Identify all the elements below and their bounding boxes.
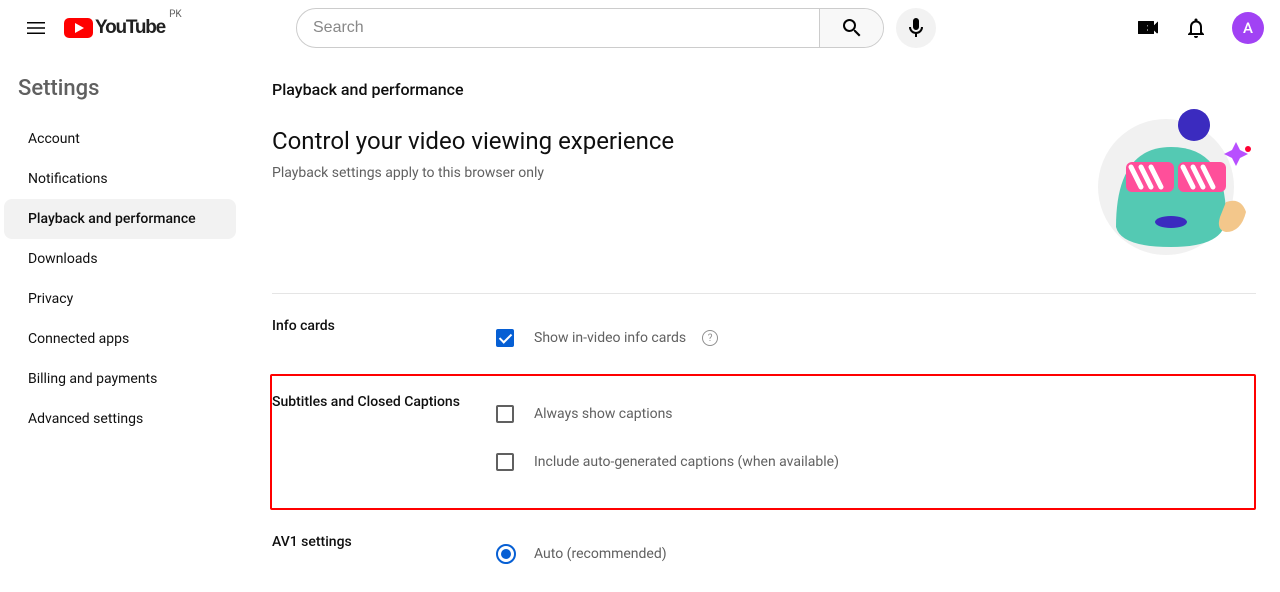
av1-auto-label: Auto (recommended) bbox=[534, 546, 667, 562]
intro-block: Control your video viewing experience Pl… bbox=[272, 127, 1256, 294]
sidebar-item-privacy[interactable]: Privacy bbox=[4, 279, 236, 319]
sidebar-item-downloads[interactable]: Downloads bbox=[4, 239, 236, 279]
captions-row-always: Always show captions bbox=[496, 394, 1234, 434]
av1-auto-radio[interactable] bbox=[496, 544, 516, 564]
notifications-button[interactable] bbox=[1176, 8, 1216, 48]
av1-row-sd: Prefer AV1 for SD ? bbox=[496, 582, 1256, 592]
av1-label: AV1 settings bbox=[272, 534, 496, 592]
youtube-play-icon bbox=[64, 18, 93, 38]
section-info-cards: Info cards Show in-video info cards ? bbox=[272, 294, 1256, 366]
settings-sidebar: Settings Account Notifications Playback … bbox=[0, 56, 240, 592]
bell-icon bbox=[1184, 16, 1208, 40]
info-cards-checkbox[interactable] bbox=[496, 329, 514, 347]
header-right: A bbox=[1128, 8, 1264, 48]
info-cards-option-label: Show in-video info cards bbox=[534, 330, 686, 346]
sidebar-item-playback[interactable]: Playback and performance bbox=[4, 199, 236, 239]
main-content: Playback and performance Control your vi… bbox=[240, 56, 1280, 592]
sidebar-title: Settings bbox=[0, 68, 240, 119]
av1-row-auto: Auto (recommended) bbox=[496, 534, 1256, 574]
captions-highlight-box: Subtitles and Closed Captions Always sho… bbox=[270, 374, 1256, 510]
decorative-illustration bbox=[1076, 107, 1256, 257]
headline: Control your video viewing experience bbox=[272, 127, 674, 155]
sidebar-item-connected-apps[interactable]: Connected apps bbox=[4, 319, 236, 359]
auto-captions-checkbox[interactable] bbox=[496, 453, 514, 471]
page-title: Playback and performance bbox=[272, 80, 1256, 99]
youtube-wordmark: YouTube bbox=[95, 17, 165, 39]
subhead: Playback settings apply to this browser … bbox=[272, 165, 674, 181]
create-button[interactable] bbox=[1128, 8, 1168, 48]
youtube-logo-mark: YouTube bbox=[64, 17, 165, 39]
search-icon bbox=[840, 16, 864, 40]
header-left: YouTube PK bbox=[16, 8, 296, 48]
search-input[interactable] bbox=[297, 19, 819, 37]
avatar[interactable]: A bbox=[1232, 12, 1264, 44]
sidebar-item-billing[interactable]: Billing and payments bbox=[4, 359, 236, 399]
create-icon bbox=[1136, 16, 1160, 40]
auto-captions-label: Include auto-generated captions (when av… bbox=[534, 454, 839, 470]
info-cards-help[interactable]: ? bbox=[702, 330, 718, 346]
search-box bbox=[296, 8, 884, 48]
always-captions-label: Always show captions bbox=[534, 406, 673, 422]
info-cards-label: Info cards bbox=[272, 318, 496, 366]
info-cards-row: Show in-video info cards ? bbox=[496, 318, 1256, 358]
microphone-icon bbox=[904, 16, 928, 40]
search-button[interactable] bbox=[819, 8, 883, 48]
sidebar-item-notifications[interactable]: Notifications bbox=[4, 159, 236, 199]
app-header: YouTube PK A bbox=[0, 0, 1280, 56]
menu-button[interactable] bbox=[16, 8, 56, 48]
sidebar-item-account[interactable]: Account bbox=[4, 119, 236, 159]
sidebar-item-advanced[interactable]: Advanced settings bbox=[4, 399, 236, 439]
header-center bbox=[296, 8, 936, 48]
captions-row-auto: Include auto-generated captions (when av… bbox=[496, 442, 1234, 482]
section-av1: AV1 settings Auto (recommended) Prefer A… bbox=[272, 510, 1256, 592]
section-captions: Subtitles and Closed Captions Always sho… bbox=[272, 394, 1234, 490]
hamburger-icon bbox=[24, 16, 48, 40]
page-body: Settings Account Notifications Playback … bbox=[0, 56, 1280, 592]
person-sunglasses-icon bbox=[1076, 107, 1256, 257]
youtube-logo[interactable]: YouTube PK bbox=[64, 17, 182, 39]
intro-text: Control your video viewing experience Pl… bbox=[272, 127, 674, 181]
always-captions-checkbox[interactable] bbox=[496, 405, 514, 423]
captions-label: Subtitles and Closed Captions bbox=[272, 394, 496, 490]
region-code: PK bbox=[169, 9, 182, 20]
voice-search-button[interactable] bbox=[896, 8, 936, 48]
